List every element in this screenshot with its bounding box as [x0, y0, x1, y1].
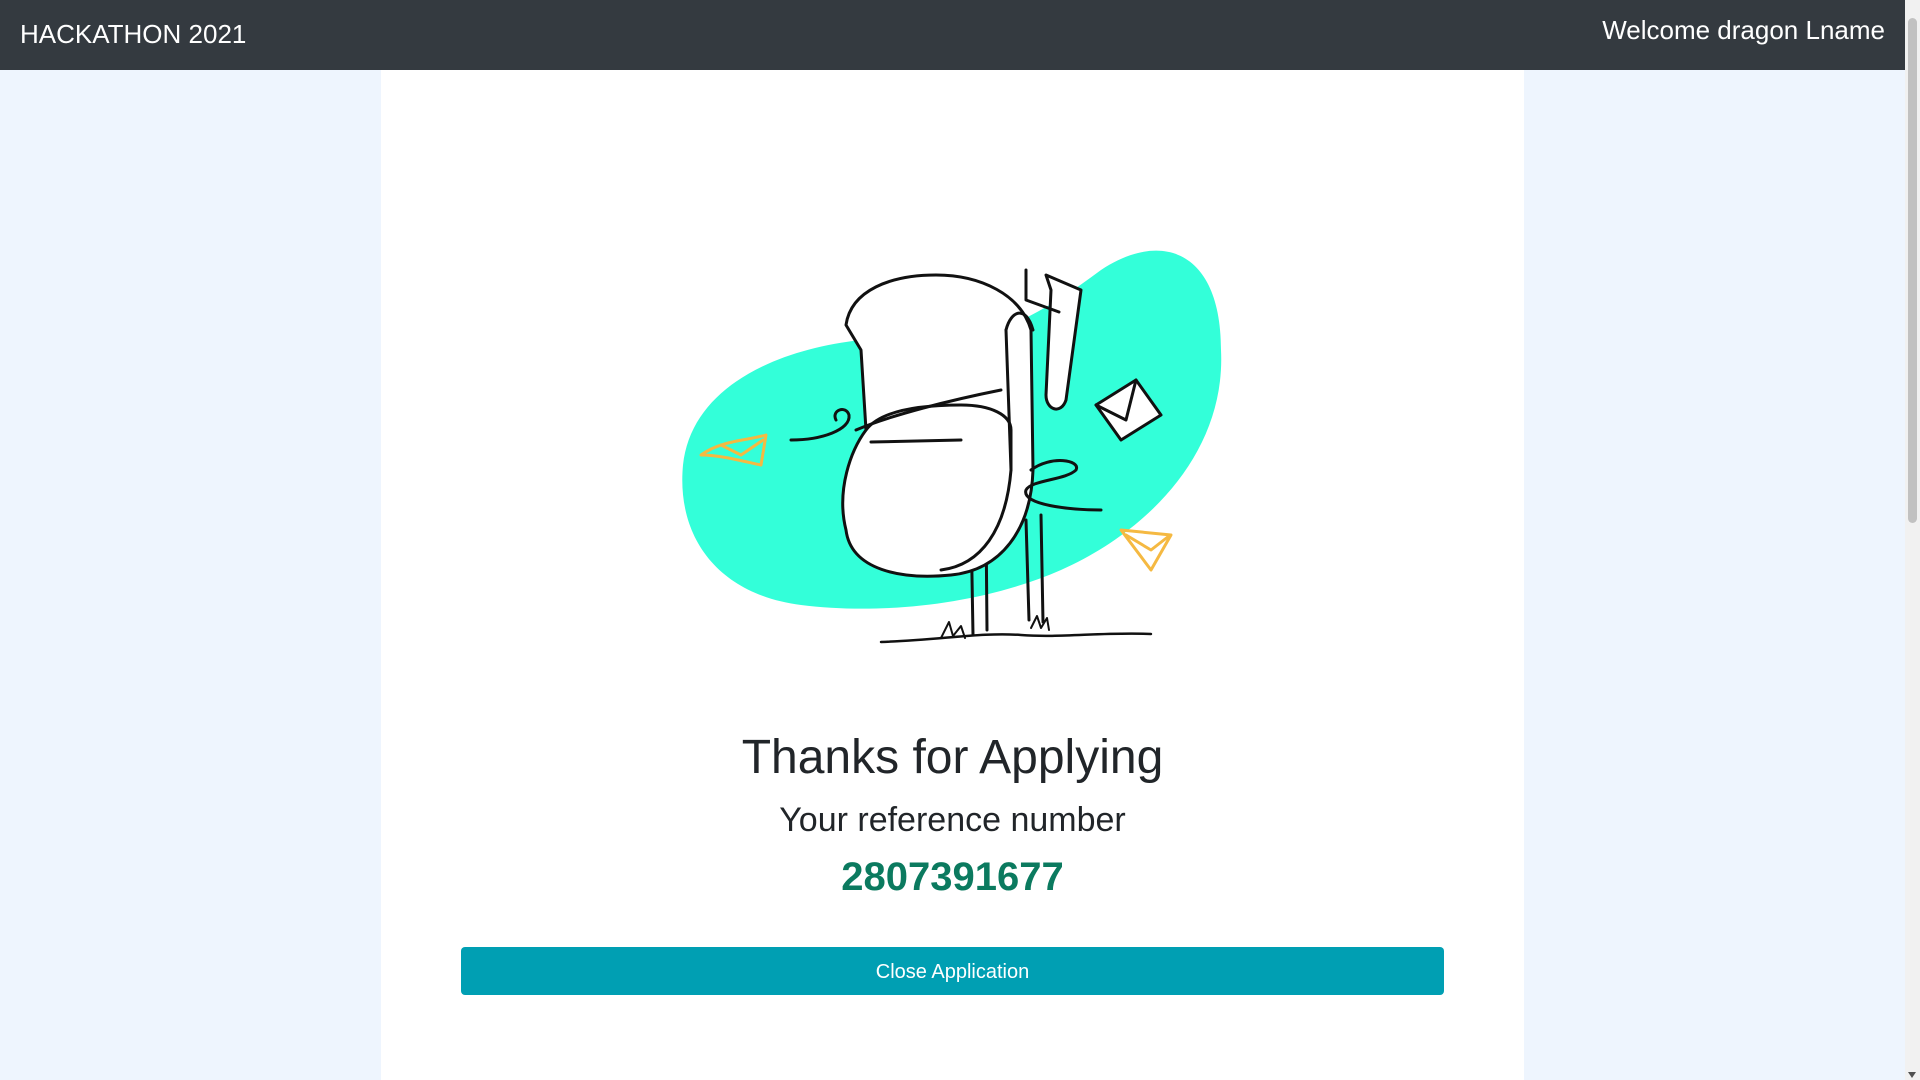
welcome-message: Welcome dragon Lname: [1602, 15, 1885, 45]
scrollbar-thumb[interactable]: [1908, 18, 1917, 523]
confirmation-card: Thanks for Applying Your reference numbe…: [381, 70, 1524, 1080]
scroll-down-arrow-icon[interactable]: [1908, 1072, 1916, 1078]
mailbox-illustration-icon: [682, 250, 1222, 644]
brand-title[interactable]: HACKATHON 2021: [20, 19, 246, 49]
close-application-button[interactable]: Close Application: [461, 947, 1444, 995]
reference-label: Your reference number: [779, 801, 1126, 839]
thanks-heading: Thanks for Applying: [741, 731, 1164, 784]
top-navbar: HACKATHON 2021 Welcome dragon Lname: [0, 0, 1905, 70]
page-scrollbar[interactable]: [1905, 0, 1920, 1080]
reference-number: 2807391677: [841, 855, 1064, 899]
